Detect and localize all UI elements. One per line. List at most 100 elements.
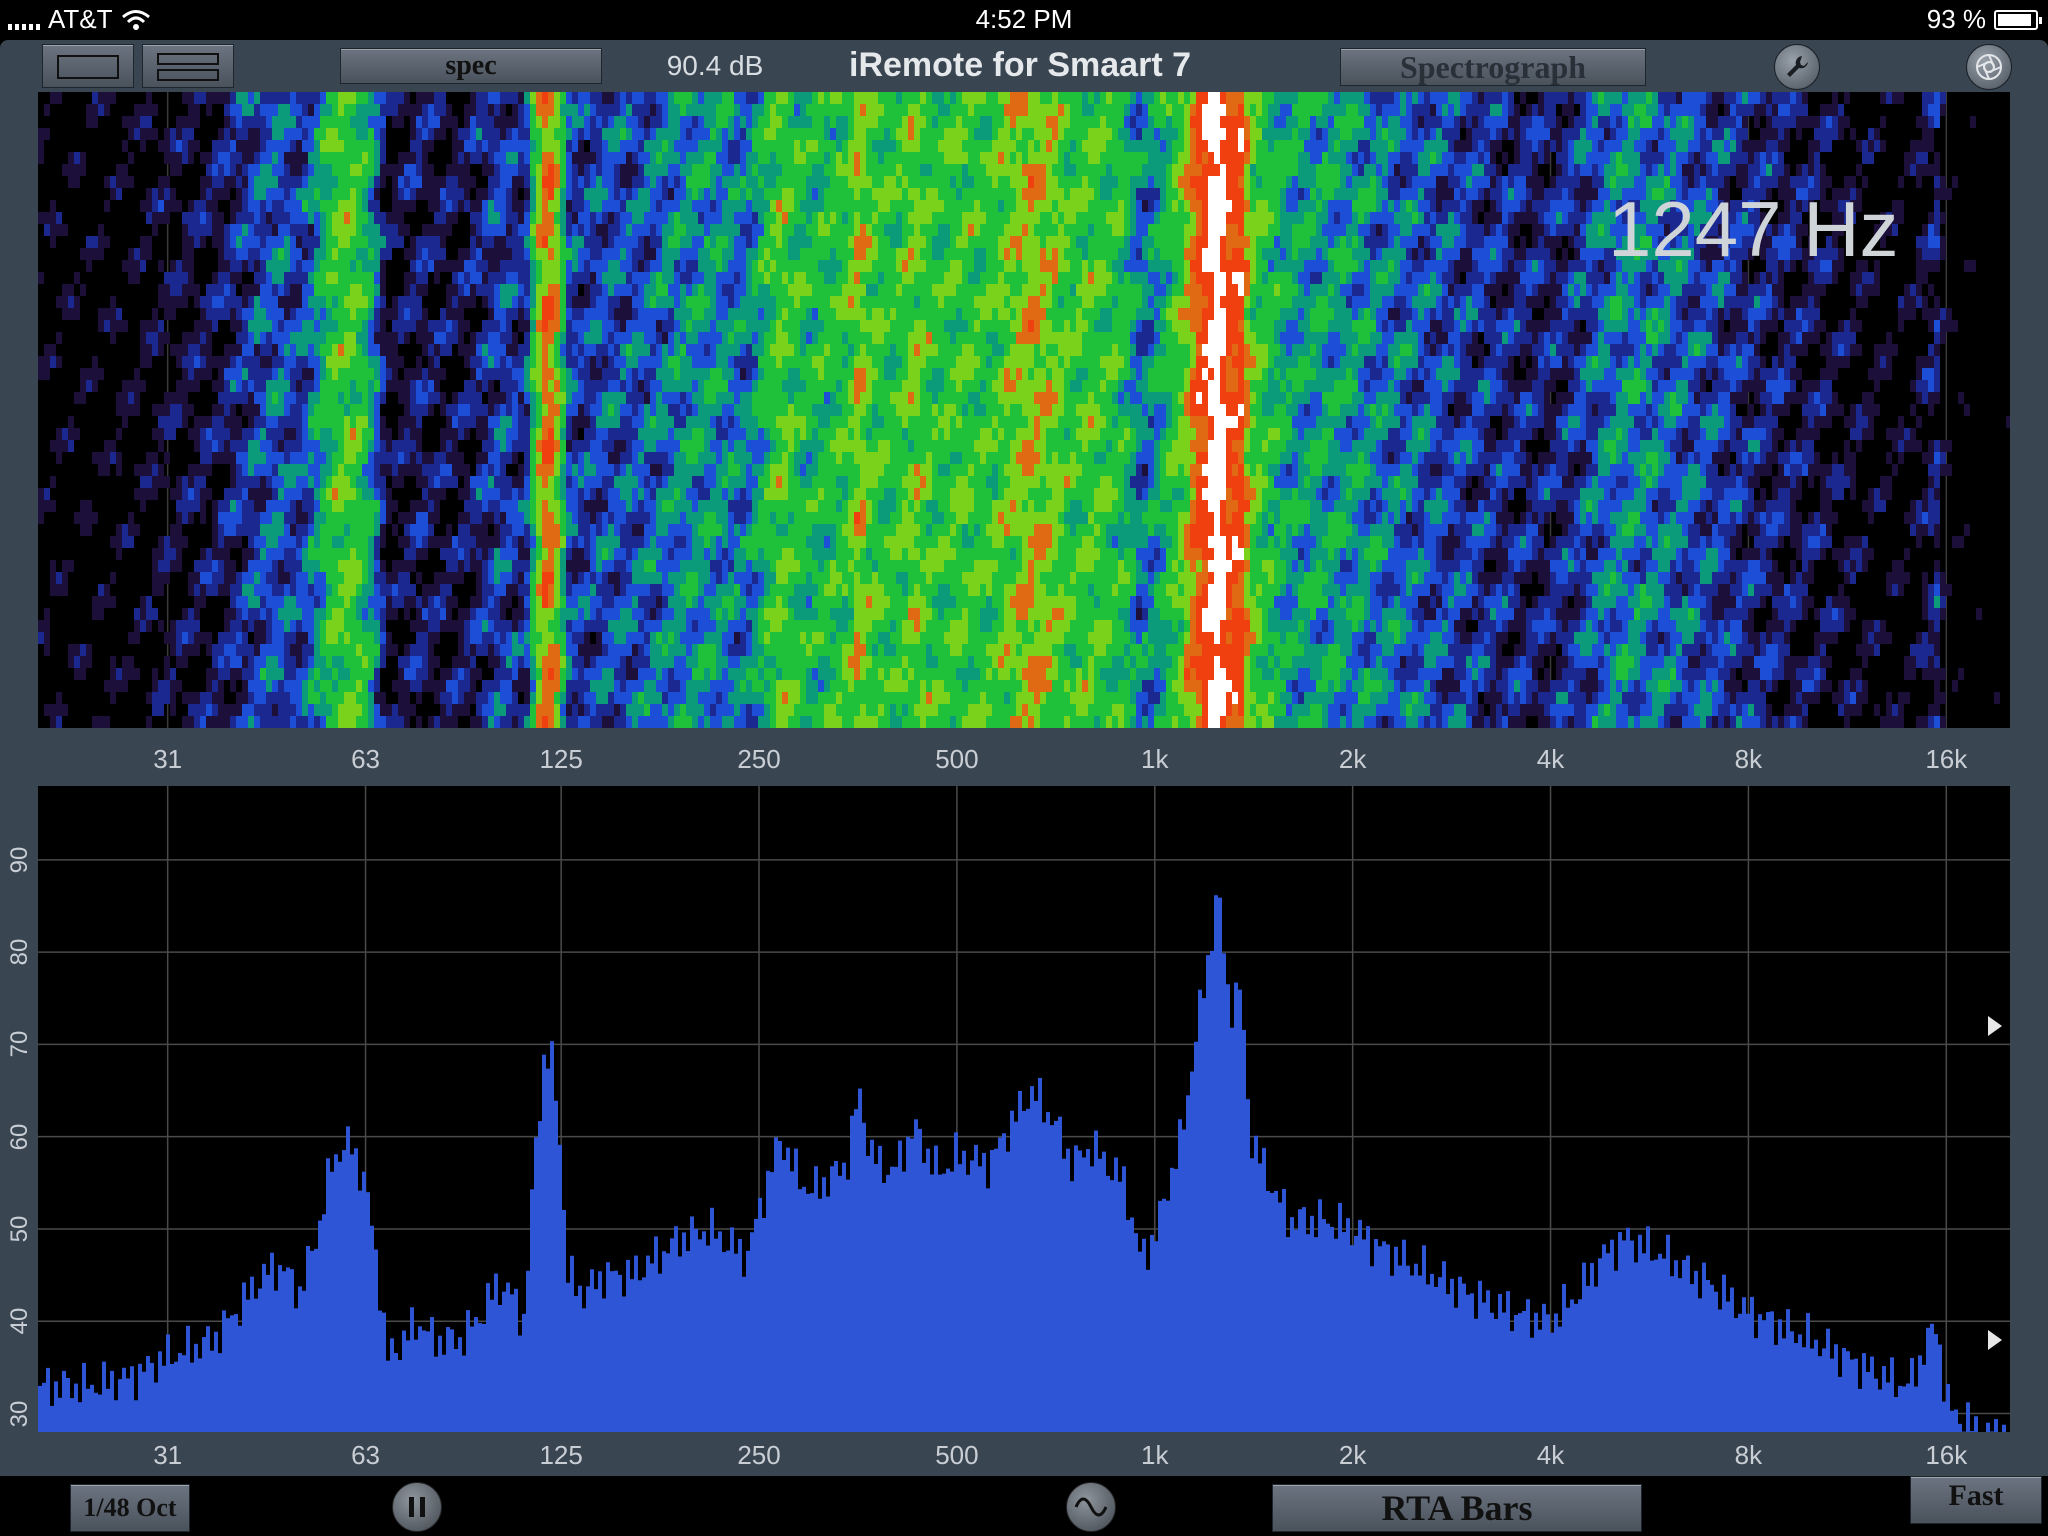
spectrograph-cell: [446, 584, 452, 596]
spectrograph-cell: [608, 488, 614, 500]
spectrograph-cell: [308, 668, 314, 680]
spectrograph-cell: [506, 476, 512, 488]
spectrograph-cell: [44, 224, 50, 236]
spectrograph-cell: [476, 260, 482, 272]
spectrograph-cell: [212, 644, 218, 656]
spectrograph-cell: [206, 200, 212, 212]
spectrograph-cell: [224, 716, 230, 728]
spectrograph-cell: [290, 656, 296, 668]
spectrograph-cell: [236, 620, 242, 632]
spectrograph-cell: [512, 704, 518, 716]
spec-button[interactable]: spec: [340, 48, 602, 84]
spectrograph-cell: [170, 164, 176, 176]
spectrograph-cell: [428, 632, 434, 644]
spectrograph-cell: [458, 140, 464, 152]
spectrograph-cell: [338, 92, 344, 104]
spectrograph-cell: [290, 596, 296, 608]
spectrograph-cell: [578, 476, 584, 488]
spectrograph-cell: [344, 164, 350, 176]
spectrograph-cell: [644, 680, 650, 692]
spectrograph-cell: [488, 560, 494, 572]
spectrograph-cell: [656, 248, 662, 260]
spectrograph-cell: [536, 644, 542, 656]
spectrograph-cell: [536, 584, 542, 596]
spectrograph-cell: [404, 524, 410, 536]
spectrograph-cell: [302, 692, 308, 704]
spectrograph-cell: [740, 212, 746, 224]
spectrograph-cell: [530, 404, 536, 416]
spectrograph-cell: [224, 92, 230, 104]
spectrograph-cell: [266, 524, 272, 536]
spectrograph-cell: [434, 464, 440, 476]
spectrograph-cell: [278, 248, 284, 260]
spectrograph-cell: [272, 188, 278, 200]
spectrograph-cell: [554, 476, 560, 488]
spectrograph-cell: [686, 344, 692, 356]
spectrograph-cell: [248, 308, 254, 320]
spectrograph-cell: [458, 248, 464, 260]
spectrograph-cell: [332, 452, 338, 464]
spectrograph-cell: [320, 608, 326, 620]
spectrograph-cell: [692, 272, 698, 284]
spectrograph-cell: [584, 272, 590, 284]
spectrograph-cell: [362, 260, 368, 272]
spectrograph-cell: [248, 320, 254, 332]
spectrograph-cell: [662, 212, 668, 224]
spectrograph-cell: [140, 608, 146, 620]
spectrograph-cell: [692, 332, 698, 344]
spectrograph-cell: [584, 332, 590, 344]
spectrograph-cell: [80, 512, 86, 524]
spectrograph-cell: [230, 320, 236, 332]
single-layout-button[interactable]: [42, 44, 134, 88]
spectrograph-cell: [332, 536, 338, 548]
spectrograph-cell: [518, 140, 524, 152]
spectrograph-cell: [458, 560, 464, 572]
spectrograph-cell: [254, 92, 260, 104]
split-layout-button[interactable]: [142, 44, 234, 88]
spectrograph-cell: [722, 140, 728, 152]
spectrograph-cell: [578, 464, 584, 476]
spectrograph-cell: [668, 404, 674, 416]
spectrograph-cell: [560, 284, 566, 296]
spectrograph-cell: [170, 416, 176, 428]
spectrograph-cell: [452, 332, 458, 344]
spectrograph-cell: [656, 512, 662, 524]
spectrograph-cell: [596, 272, 602, 284]
spectrograph-cell: [734, 704, 740, 716]
spectrograph-cell: [722, 572, 728, 584]
spectrograph-cell: [302, 536, 308, 548]
spectrograph-cell: [188, 212, 194, 224]
spectrograph-plot[interactable]: 1247 Hz: [38, 92, 2010, 728]
options-button[interactable]: [1966, 44, 2012, 90]
spectrograph-cell: [488, 512, 494, 524]
spectrograph-cell: [620, 368, 626, 380]
spectrograph-cell: [674, 248, 680, 260]
spectrograph-cell: [176, 656, 182, 668]
spectrograph-cell: [458, 392, 464, 404]
spectrograph-cell: [200, 464, 206, 476]
spectrograph-cell: [494, 620, 500, 632]
spectrograph-cell: [698, 356, 704, 368]
spectrograph-cell: [458, 296, 464, 308]
spectrograph-cell: [536, 452, 542, 464]
spectrograph-cell: [116, 680, 122, 692]
spectrograph-cell: [692, 596, 698, 608]
spectrograph-cell: [650, 176, 656, 188]
spectrograph-cell: [50, 236, 56, 248]
spectrograph-cell: [572, 572, 578, 584]
spectrograph-cell: [374, 428, 380, 440]
spectrograph-cell: [254, 308, 260, 320]
spectrograph-cell: [344, 620, 350, 632]
spectrograph-cell: [290, 620, 296, 632]
spectrograph-cell: [638, 692, 644, 704]
view-mode-button[interactable]: Spectrograph: [1340, 48, 1646, 86]
settings-button[interactable]: [1774, 44, 1820, 90]
spectrograph-cell: [614, 500, 620, 512]
spectrograph-cell: [176, 284, 182, 296]
spectrograph-cell: [542, 380, 548, 392]
spectrograph-cell: [104, 92, 110, 104]
spectrograph-cell: [320, 260, 326, 272]
spectrograph-cell: [344, 476, 350, 488]
spectrograph-cell: [620, 668, 626, 680]
spectrograph-cell: [254, 416, 260, 428]
